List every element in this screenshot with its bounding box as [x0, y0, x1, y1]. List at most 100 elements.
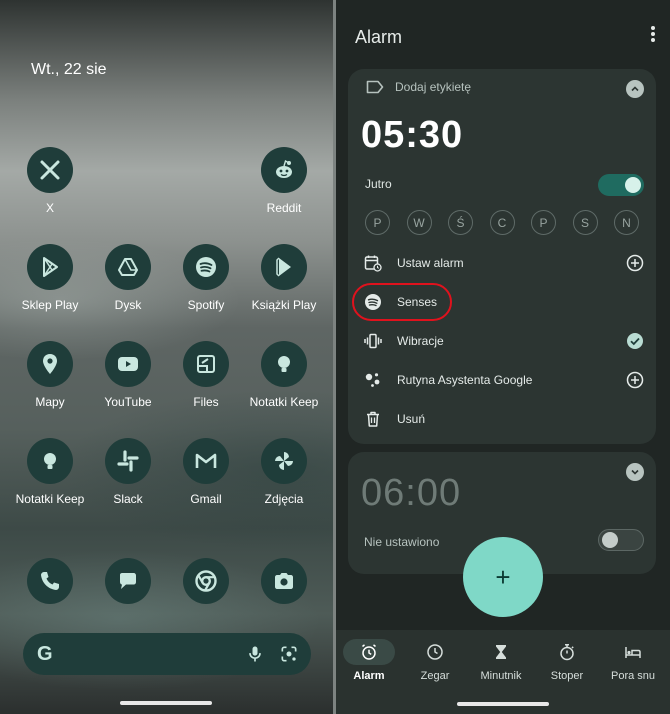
gesture-handle[interactable]: [457, 702, 549, 706]
app-maps[interactable]: Mapy: [7, 341, 93, 409]
add-alarm-button[interactable]: +: [463, 537, 543, 617]
delete-alarm-row[interactable]: Usuń: [364, 410, 644, 428]
app-label: Sklep Play: [21, 298, 79, 312]
alarm-icon: [362, 644, 376, 660]
tab-clock[interactable]: Zegar: [402, 639, 468, 682]
dock-chrome[interactable]: [163, 558, 249, 604]
lens-icon[interactable]: [279, 644, 299, 664]
app-keep-2[interactable]: Notatki Keep: [7, 438, 93, 506]
vibration-icon: [364, 333, 382, 349]
app-label: Notatki Keep: [15, 492, 85, 506]
alarm-schedule: Jutro: [365, 177, 392, 191]
alarm-schedule: Nie ustawiono: [364, 535, 440, 549]
tab-label: Pora snu: [610, 670, 656, 682]
day-button-thu[interactable]: C: [489, 210, 515, 235]
reddit-icon: [261, 147, 307, 193]
label-icon: [366, 80, 384, 94]
delete-alarm-label: Usuń: [397, 412, 426, 426]
keep-icon: [261, 341, 307, 387]
assistant-routine-row[interactable]: Rutyna Asystenta Google: [364, 371, 644, 389]
keep-icon: [27, 438, 73, 484]
app-drive[interactable]: Dysk: [85, 244, 171, 312]
chrome-icon: [183, 558, 229, 604]
add-circle-icon[interactable]: [626, 371, 644, 389]
drive-icon: [105, 244, 151, 290]
vibration-row[interactable]: Wibracje: [364, 332, 644, 350]
assistant-routine-label: Rutyna Asystenta Google: [397, 373, 533, 387]
calendar-clock-icon: [364, 255, 382, 272]
app-label: Notatki Keep: [249, 395, 319, 409]
tab-alarm[interactable]: Alarm: [336, 639, 402, 682]
app-gmail[interactable]: Gmail: [163, 438, 249, 506]
app-label: X: [45, 201, 54, 215]
app-keep[interactable]: Notatki Keep: [241, 341, 327, 409]
dock-messages[interactable]: [85, 558, 171, 604]
gmail-icon: [183, 438, 229, 484]
page-title: Alarm: [355, 27, 403, 47]
dock-camera[interactable]: [241, 558, 327, 604]
app-photos[interactable]: Zdjęcia: [241, 438, 327, 506]
day-button-sat[interactable]: S: [572, 210, 598, 235]
day-button-tue[interactable]: W: [406, 210, 432, 235]
alarm-time[interactable]: 06:00: [361, 472, 461, 515]
app-spotify[interactable]: Spotify: [163, 244, 249, 312]
home-screen: Wt., 22 sie X Reddit Sklep Play Dysk Spo…: [0, 0, 333, 714]
vibration-label: Wibracje: [397, 334, 444, 348]
tab-label: Alarm: [353, 670, 385, 682]
app-label: Files: [193, 395, 219, 409]
app-play-books[interactable]: Książki Play: [241, 244, 327, 312]
google-assistant-icon: [365, 373, 380, 387]
collapse-chevron-icon[interactable]: [626, 80, 644, 98]
weekday-selector: P W Ś C P S N: [365, 210, 639, 235]
set-alarm-label: Ustaw alarm: [397, 256, 464, 270]
phone-icon: [27, 558, 73, 604]
home-date: Wt., 22 sie: [31, 61, 107, 78]
add-label-row[interactable]: Dodaj etykietę: [366, 80, 471, 94]
add-circle-icon[interactable]: [626, 254, 644, 272]
stopwatch-icon: [560, 644, 574, 661]
set-alarm-row[interactable]: Ustaw alarm: [364, 254, 644, 272]
app-label: Gmail: [190, 492, 222, 506]
alarm-time[interactable]: 05:30: [361, 114, 463, 157]
app-files[interactable]: Files: [163, 341, 249, 409]
app-label: Książki Play: [251, 298, 317, 312]
camera-icon: [261, 558, 307, 604]
day-button-sun[interactable]: N: [614, 210, 639, 235]
tab-label: Zegar: [420, 670, 450, 682]
alarm-card-expanded[interactable]: Dodaj etykietę 05:30 Jutro P W Ś C P S N…: [348, 69, 656, 444]
dock-phone[interactable]: [7, 558, 93, 604]
expand-chevron-icon[interactable]: [626, 463, 644, 481]
add-label-text: Dodaj etykietę: [395, 80, 472, 94]
alarm-toggle[interactable]: [598, 529, 644, 551]
slack-icon: [105, 438, 151, 484]
day-button-wed[interactable]: Ś: [448, 210, 473, 235]
app-play-store[interactable]: Sklep Play: [7, 244, 93, 312]
gesture-handle[interactable]: [120, 701, 212, 705]
tab-label: Minutnik: [480, 670, 522, 682]
app-label: Spotify: [187, 298, 225, 312]
google-search-bar[interactable]: G: [23, 633, 311, 675]
check-circle-icon[interactable]: [626, 332, 644, 350]
day-button-mon[interactable]: P: [365, 210, 390, 235]
day-button-fri[interactable]: P: [531, 210, 556, 235]
app-label: Mapy: [35, 395, 65, 409]
app-label: Dysk: [114, 298, 142, 312]
more-options-icon[interactable]: [648, 26, 658, 46]
play-books-icon: [261, 244, 307, 290]
microphone-icon[interactable]: [245, 644, 265, 664]
tab-stopwatch[interactable]: Stoper: [534, 639, 600, 682]
google-logo: G: [37, 642, 53, 665]
app-x[interactable]: X: [7, 147, 93, 215]
highlight-annotation: [352, 283, 452, 321]
files-icon: [183, 341, 229, 387]
app-label: Zdjęcia: [264, 492, 304, 506]
app-slack[interactable]: Slack: [85, 438, 171, 506]
tab-timer[interactable]: Minutnik: [468, 639, 534, 682]
bed-icon: [625, 647, 641, 658]
x-icon: [27, 147, 73, 193]
tab-bedtime[interactable]: Pora snu: [600, 639, 666, 682]
tab-label: Stoper: [550, 670, 584, 682]
app-reddit[interactable]: Reddit: [241, 147, 327, 215]
alarm-toggle[interactable]: [598, 174, 644, 196]
app-youtube[interactable]: YouTube: [85, 341, 171, 409]
